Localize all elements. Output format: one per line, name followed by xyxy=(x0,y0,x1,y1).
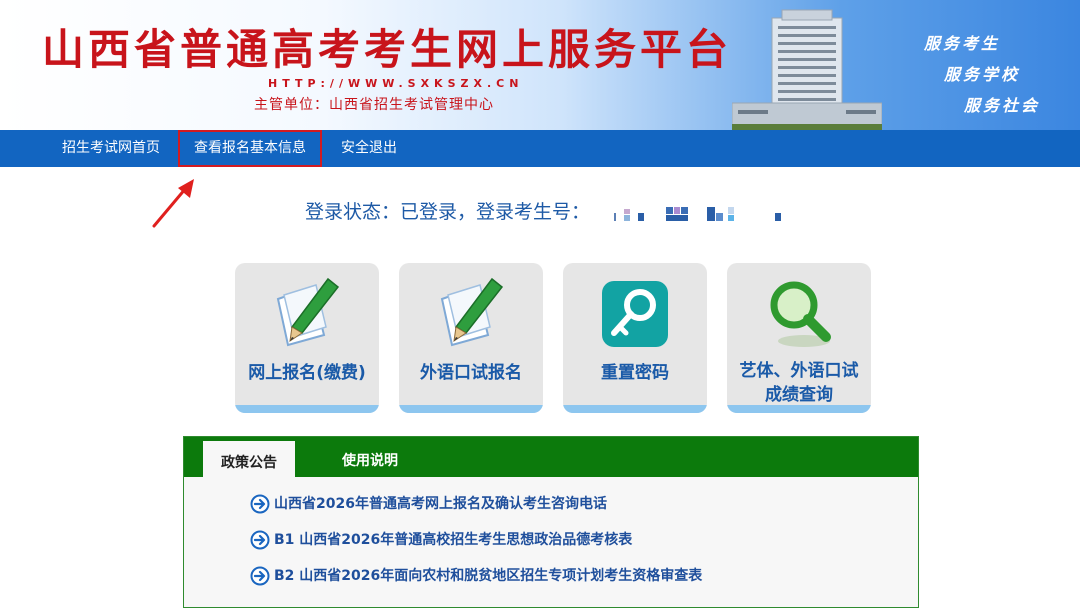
notice-link[interactable]: B2 山西省2026年面向农村和脱贫地区招生专项计划考生资格审查表 xyxy=(274,564,702,588)
tile-reset-password[interactable]: 重置密码 xyxy=(563,263,707,413)
site-url: HTTP://WWW.SXKSZX.CN xyxy=(268,77,524,90)
slogan-serve-society: 服务社会 xyxy=(964,96,1041,115)
main-nav: 招生考试网首页 查看报名基本信息 安全退出 xyxy=(0,130,1080,167)
tile-label: 网上报名(缴费) xyxy=(248,363,366,383)
site-sponsor: 主管单位：山西省招生考试管理中心 xyxy=(254,97,494,113)
nav-item-home[interactable]: 招生考试网首页 xyxy=(62,130,160,167)
notice-link[interactable]: 山西省2026年普通高考网上报名及确认考生咨询电话 xyxy=(274,492,607,516)
paper-pencil-icon xyxy=(276,277,340,347)
tab-policy-announcements[interactable]: 政策公告 xyxy=(203,441,295,481)
announcement-panel: 政策公告 使用说明 山西省2026年普通高考网上报名及确认考生咨询电话 B1 山… xyxy=(183,436,919,608)
magnifier-icon xyxy=(770,281,831,347)
arrow-right-circle-icon xyxy=(250,494,270,514)
tile-label: 重置密码 xyxy=(601,363,669,383)
nav-item-logout[interactable]: 安全退出 xyxy=(341,130,397,167)
tile-label-line2: 成绩查询 xyxy=(765,385,833,405)
tile-label: 外语口试报名 xyxy=(420,363,522,383)
tab-bar: 政策公告 使用说明 xyxy=(184,437,918,481)
tile-score-query[interactable]: 艺体、外语口试 成绩查询 xyxy=(727,263,871,413)
arrow-right-circle-icon xyxy=(250,530,270,550)
key-icon xyxy=(602,281,668,347)
building-image xyxy=(732,9,882,130)
arrow-right-circle-icon xyxy=(250,566,270,586)
notice-link[interactable]: B1 山西省2026年普通高校招生考生思想政治品德考核表 xyxy=(274,528,632,552)
slogan-serve-schools: 服务学校 xyxy=(944,65,1021,84)
tile-online-registration[interactable]: 网上报名(缴费) xyxy=(235,263,379,413)
site-title: 山西省普通高考考生网上服务平台 xyxy=(42,25,733,74)
login-status: 登录状态：已登录，登录考生号： xyxy=(305,201,591,223)
tile-label-line1: 艺体、外语口试 xyxy=(739,361,859,381)
annotation-arrow-icon xyxy=(152,179,194,228)
tile-oral-exam-registration[interactable]: 外语口试报名 xyxy=(399,263,543,413)
redacted-candidate-number xyxy=(614,207,781,221)
paper-pencil-icon xyxy=(440,277,504,347)
slogan-serve-students: 服务考生 xyxy=(924,34,1001,53)
tab-usage-instructions[interactable]: 使用说明 xyxy=(342,437,398,477)
nav-item-view-registration-info[interactable]: 查看报名基本信息 xyxy=(178,130,322,167)
tile-label: 艺体、外语口试 成绩查询 xyxy=(727,359,871,407)
site-header: 山西省普通高考考生网上服务平台 HTTP://WWW.SXKSZX.CN 主管单… xyxy=(0,0,1080,130)
